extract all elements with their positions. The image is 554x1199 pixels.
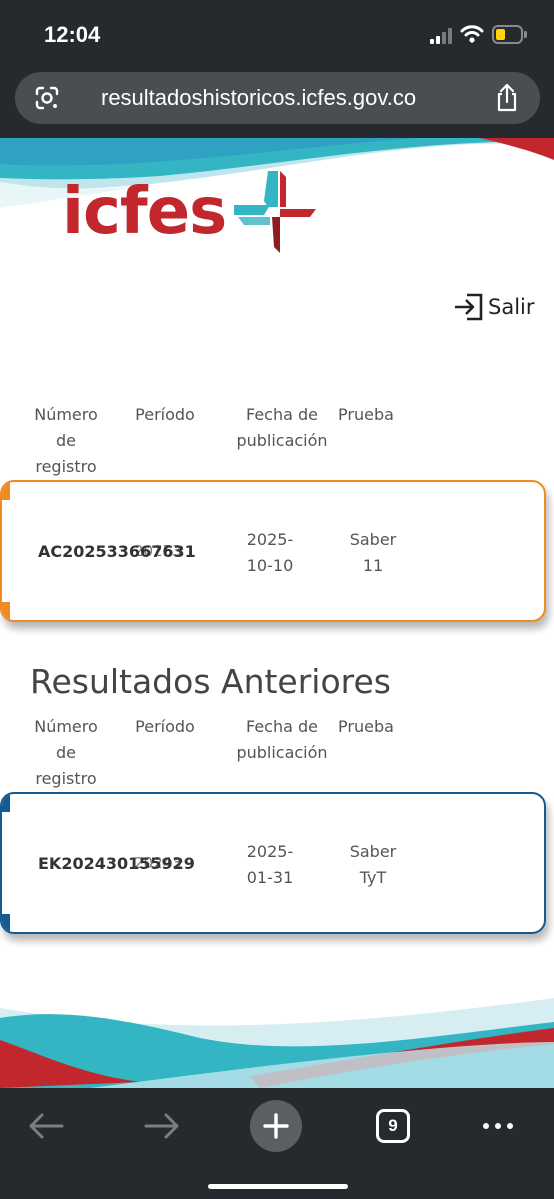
column-header-prueba: Prueba [338, 717, 394, 736]
cellular-signal-icon [430, 28, 454, 44]
new-tab-button[interactable] [250, 1096, 302, 1156]
forward-button[interactable] [140, 1096, 184, 1156]
column-header-registro: Número de registro [34, 717, 98, 788]
test-name: Saber 11 [349, 530, 397, 575]
url-text[interactable]: resultadoshistoricos.icfes.gov.co [101, 85, 416, 111]
battery-icon [492, 25, 527, 44]
status-time: 12:04 [44, 22, 101, 47]
wifi-icon [460, 25, 484, 43]
forward-arrow-icon [144, 1113, 179, 1139]
icfes-logo: icfes [58, 171, 320, 253]
web-page: icfes Salir Número de registro Período F… [0, 138, 554, 1088]
publication-date: 2025-10-10 [246, 530, 294, 575]
column-header-prueba: Prueba [338, 405, 394, 424]
back-arrow-icon [29, 1113, 64, 1139]
result-card-current[interactable]: 20253 AC202533667631 2025-10-10 Saber 11 [0, 480, 546, 622]
card-accent [2, 794, 10, 812]
home-indicator [208, 1184, 348, 1189]
registration-number: EK202430155929 [38, 854, 195, 873]
tabs-icon: 9 [376, 1109, 410, 1143]
card-accent [2, 602, 10, 620]
test-name: Saber TyT [349, 842, 397, 887]
registration-number: AC202533667631 [38, 542, 196, 561]
share-icon[interactable] [493, 83, 521, 113]
address-bar[interactable]: resultadoshistoricos.icfes.gov.co [15, 72, 540, 124]
card-accent [2, 482, 10, 500]
browser-top-bar: 12:04 resultadoshistoricos.icfes.gov.co [0, 0, 554, 138]
result-card-previous[interactable]: 20243 EK202430155929 2025-01-31 Saber Ty… [0, 792, 546, 934]
icfes-cross-icon [234, 171, 316, 253]
tabs-button[interactable]: 9 [375, 1096, 411, 1156]
browser-bottom-toolbar: 9 [0, 1088, 554, 1199]
column-header-periodo: Período [135, 717, 195, 736]
more-icon [483, 1123, 513, 1129]
footer-wave-decoration [0, 998, 554, 1088]
logout-icon [455, 293, 483, 321]
column-header-periodo: Período [135, 405, 195, 424]
card-accent [2, 914, 10, 932]
back-button[interactable] [24, 1096, 68, 1156]
logo-wordmark: icfes [62, 175, 227, 249]
google-lens-icon[interactable] [33, 84, 61, 112]
new-tab-icon [250, 1100, 302, 1152]
section-title-previous: Resultados Anteriores [30, 662, 392, 701]
more-button[interactable] [478, 1096, 518, 1156]
logout-label: Salir [488, 295, 535, 319]
column-header-registro: Número de registro [34, 405, 98, 476]
column-header-fecha: Fecha de publicación [236, 717, 328, 762]
publication-date: 2025-01-31 [246, 842, 294, 887]
column-header-fecha: Fecha de publicación [236, 405, 328, 450]
logout-button[interactable]: Salir [453, 290, 535, 324]
